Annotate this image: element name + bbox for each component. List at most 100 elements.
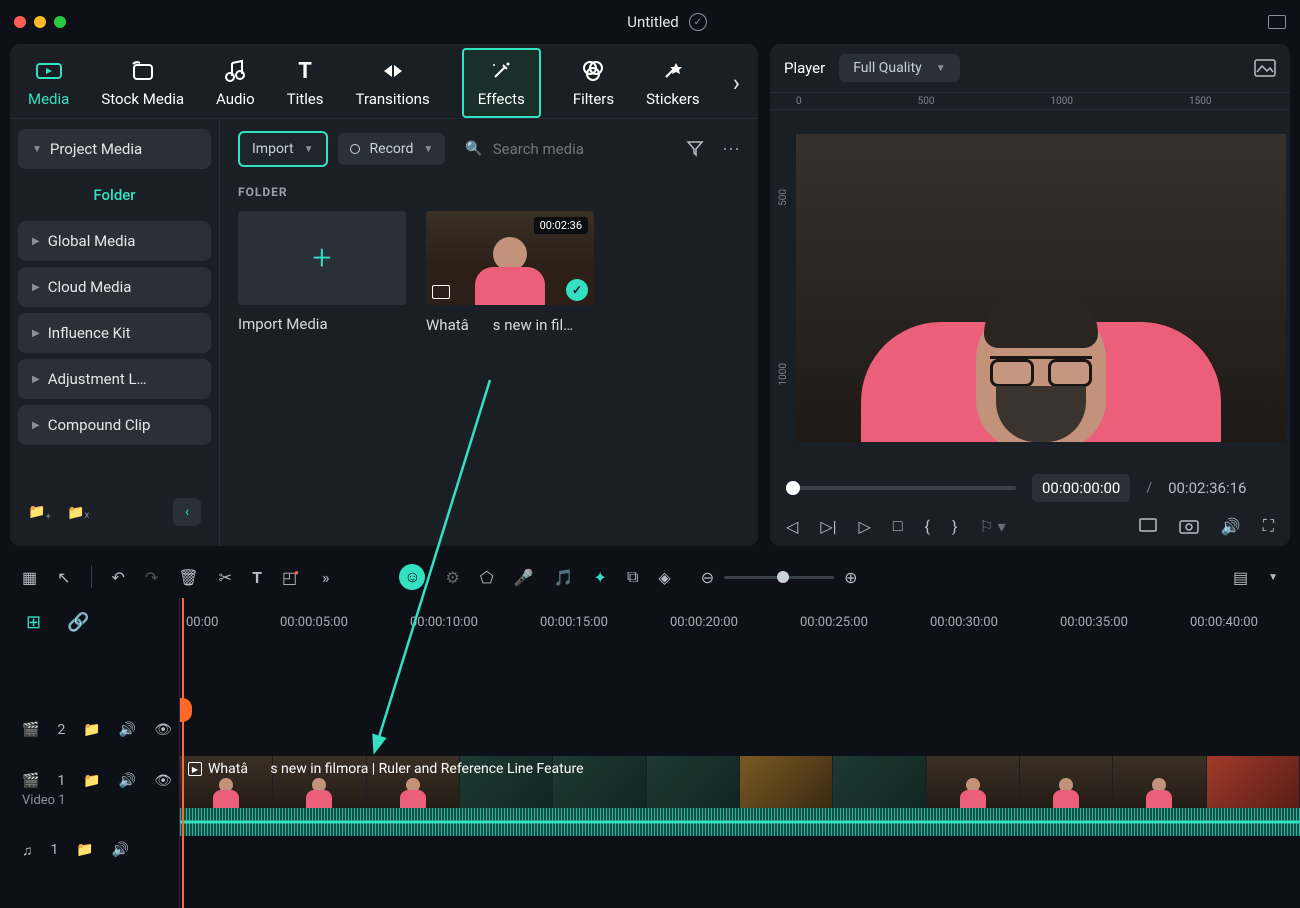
view-mode-icon[interactable]: ▤ bbox=[1233, 568, 1248, 587]
sidebar-item-project-media[interactable]: ▼Project Media bbox=[18, 129, 211, 169]
mark-in-icon[interactable]: { bbox=[925, 517, 930, 536]
tab-audio[interactable]: Audio bbox=[216, 58, 255, 108]
record-button[interactable]: Record▼ bbox=[338, 133, 446, 165]
sidebar-item-cloud-media[interactable]: ▶Cloud Media bbox=[18, 267, 211, 307]
total-time: 00:02:36:16 bbox=[1168, 479, 1246, 497]
prev-frame-icon[interactable]: ◁ bbox=[786, 517, 798, 536]
audio-sync-icon[interactable]: 🎵 bbox=[554, 568, 574, 587]
camera-icon[interactable] bbox=[1179, 518, 1199, 534]
tabs-scroll-right-icon[interactable]: › bbox=[733, 69, 740, 97]
audio-waveform[interactable] bbox=[180, 808, 1300, 836]
keyframe-icon[interactable]: ◈ bbox=[658, 568, 670, 587]
zoom-in-icon[interactable]: ⊕ bbox=[844, 568, 857, 587]
record-dot-icon bbox=[350, 144, 360, 154]
display-mode-icon[interactable] bbox=[1139, 518, 1157, 534]
preview-viewport[interactable] bbox=[796, 134, 1286, 442]
film-icon bbox=[432, 285, 450, 299]
voiceover-icon[interactable]: 🎤 bbox=[514, 568, 534, 587]
filter-icon[interactable] bbox=[686, 139, 704, 160]
auto-reframe-icon[interactable]: ✦ bbox=[594, 568, 607, 587]
fullscreen-icon[interactable]: ⛶ bbox=[1263, 516, 1274, 536]
snapshot-icon[interactable] bbox=[1254, 59, 1276, 77]
quality-dropdown[interactable]: Full Quality▼ bbox=[839, 54, 959, 82]
track-header-audio[interactable]: ♫1 📁 🔊 bbox=[0, 824, 179, 876]
import-media-card[interactable]: + Import Media bbox=[238, 211, 406, 335]
media-content: Import▼ Record▼ 🔍 ⋯ FOLDER + Import Medi… bbox=[220, 119, 758, 546]
step-forward-icon[interactable]: ▷| bbox=[820, 517, 836, 536]
search-input[interactable] bbox=[493, 140, 653, 158]
delete-icon[interactable]: 🗑 bbox=[178, 568, 198, 587]
traffic-minimize[interactable] bbox=[34, 16, 46, 28]
text-icon[interactable]: T bbox=[252, 568, 262, 587]
stop-icon[interactable]: □ bbox=[893, 516, 903, 536]
sidebar-item-compound-clip[interactable]: ▶Compound Clip bbox=[18, 405, 211, 445]
traffic-zoom[interactable] bbox=[54, 16, 66, 28]
delete-folder-icon[interactable]: 📁ₓ bbox=[67, 504, 89, 521]
link-tracks-icon[interactable]: 🔗 bbox=[67, 612, 89, 633]
tab-transitions[interactable]: Transitions bbox=[356, 58, 430, 108]
effects-icon bbox=[488, 58, 514, 84]
chevron-down-icon: ▼ bbox=[304, 144, 314, 155]
player-label: Player bbox=[784, 59, 825, 77]
clip-play-icon: ▶ bbox=[188, 762, 202, 776]
add-track-icon[interactable]: ⊞ bbox=[26, 612, 41, 633]
mute-icon[interactable]: 🔊 bbox=[119, 773, 136, 789]
visibility-icon[interactable]: 👁 bbox=[154, 773, 172, 789]
new-folder-icon[interactable]: 📁₊ bbox=[28, 504, 51, 520]
audio-icon bbox=[222, 58, 248, 84]
time-ruler[interactable]: 00:00 00:00:05:00 00:00:10:00 00:00:15:0… bbox=[180, 598, 1300, 646]
track-header-2[interactable]: 🎬2 📁 🔊 👁 bbox=[0, 704, 179, 756]
folder-icon[interactable]: 📁 bbox=[76, 842, 93, 858]
zoom-slider[interactable] bbox=[724, 576, 834, 579]
redo-icon[interactable]: ↷ bbox=[145, 568, 158, 587]
undo-icon[interactable]: ↶ bbox=[112, 568, 125, 587]
sidebar-item-adjustment-layer[interactable]: ▶Adjustment L… bbox=[18, 359, 211, 399]
display-toggle-icon[interactable] bbox=[1268, 15, 1286, 29]
more-options-icon[interactable]: ⋯ bbox=[722, 139, 740, 160]
player-panel: Player Full Quality▼ 050010001500 500100… bbox=[770, 44, 1290, 546]
traffic-close[interactable] bbox=[14, 16, 26, 28]
track-headers: ⊞ 🔗 🎬2 📁 🔊 👁 🎬1 📁 🔊 👁 Video 1 ♫1 📁 🔊 bbox=[0, 598, 180, 908]
playhead[interactable] bbox=[182, 598, 184, 908]
view-dropdown-icon[interactable]: ▼ bbox=[1268, 572, 1278, 583]
sidebar-item-global-media[interactable]: ▶Global Media bbox=[18, 221, 211, 261]
track-header-1[interactable]: 🎬1 📁 🔊 👁 Video 1 bbox=[0, 756, 179, 824]
render-icon[interactable]: ⚙ bbox=[445, 568, 459, 587]
video-clip[interactable]: ▶Whatâs new in filmora | Ruler and Ref… bbox=[180, 756, 1300, 808]
tab-stock-media[interactable]: Stock Media bbox=[101, 58, 184, 108]
mute-icon[interactable]: 🔊 bbox=[119, 722, 136, 738]
duration-badge: 00:02:36 bbox=[534, 217, 588, 234]
tab-media[interactable]: Media bbox=[28, 58, 69, 108]
folder-heading: FOLDER bbox=[238, 185, 740, 199]
grid-icon[interactable]: ▦ bbox=[22, 568, 37, 587]
pointer-icon[interactable]: ↖ bbox=[57, 568, 70, 587]
more-tools-icon[interactable]: » bbox=[322, 568, 330, 587]
timeline-tracks[interactable]: 00:00 00:00:05:00 00:00:10:00 00:00:15:0… bbox=[180, 598, 1300, 908]
tab-effects[interactable]: Effects bbox=[462, 48, 541, 118]
tab-filters[interactable]: Filters bbox=[573, 58, 614, 108]
marker-icon[interactable]: ⬠ bbox=[480, 568, 494, 587]
sidebar-item-influence-kit[interactable]: ▶Influence Kit bbox=[18, 313, 211, 353]
mute-icon[interactable]: 🔊 bbox=[112, 842, 129, 858]
sidebar-collapse-icon[interactable]: ‹ bbox=[173, 498, 201, 526]
ai-assistant-icon[interactable]: ☺ bbox=[399, 564, 425, 590]
sidebar-item-folder[interactable]: Folder bbox=[18, 175, 211, 215]
caret-right-icon: ▶ bbox=[32, 420, 40, 431]
marker-dropdown-icon[interactable]: ⚐ ▾ bbox=[979, 517, 1005, 536]
play-icon[interactable]: ▷ bbox=[859, 517, 871, 536]
mark-out-icon[interactable]: } bbox=[952, 517, 957, 536]
crop-icon[interactable]: ◰● bbox=[282, 568, 302, 587]
tab-titles[interactable]: T Titles bbox=[287, 58, 324, 108]
speed-icon[interactable]: ⧉ bbox=[627, 567, 638, 587]
zoom-out-icon[interactable]: ⊖ bbox=[701, 568, 714, 587]
media-clip-card[interactable]: 00:02:36 ✓ Whatâs new in fil… bbox=[426, 211, 594, 335]
folder-icon[interactable]: 📁 bbox=[83, 773, 100, 789]
folder-icon[interactable]: 📁 bbox=[83, 722, 100, 738]
seek-slider[interactable] bbox=[786, 486, 1016, 490]
import-button[interactable]: Import▼ bbox=[238, 131, 328, 167]
tab-stickers[interactable]: Stickers bbox=[646, 58, 700, 108]
volume-icon[interactable]: 🔊 bbox=[1221, 517, 1241, 536]
search-media[interactable]: 🔍 bbox=[455, 140, 662, 158]
split-icon[interactable]: ✂ bbox=[219, 568, 232, 587]
visibility-icon[interactable]: 👁 bbox=[154, 722, 172, 738]
